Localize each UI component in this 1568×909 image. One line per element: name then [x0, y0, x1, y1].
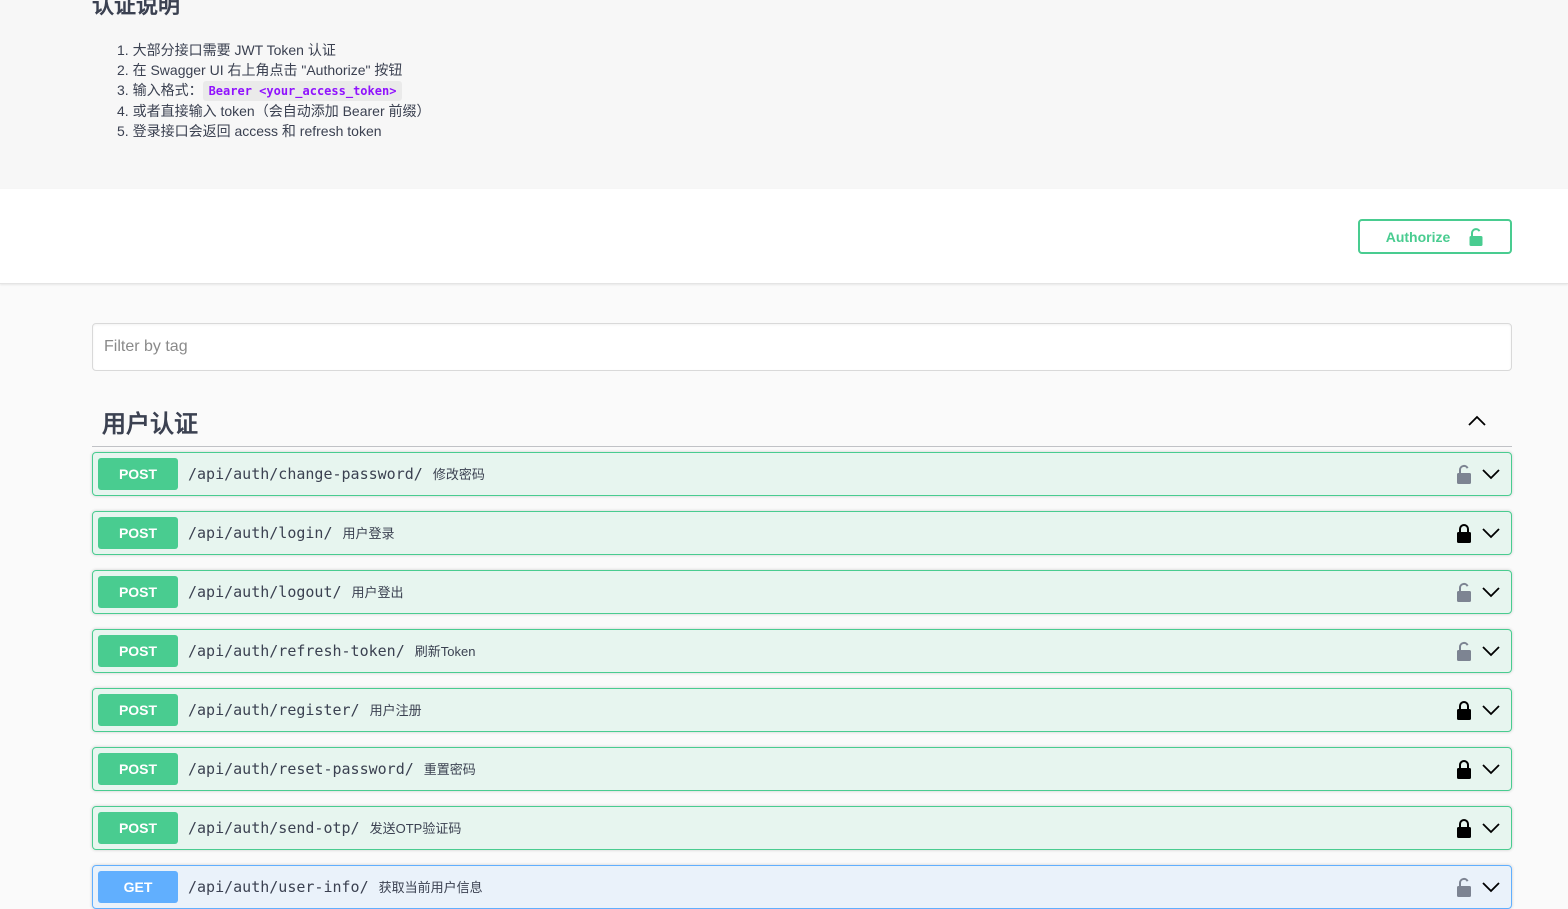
- tag-section-header[interactable]: 用户认证: [92, 396, 1512, 447]
- operation-path: /api/auth/refresh-token/: [188, 642, 405, 660]
- info-title: 认证说明: [92, 0, 181, 18]
- authorize-label: Authorize: [1385, 228, 1451, 245]
- operation-path-container: /api/auth/change-password/修改密码: [188, 464, 485, 483]
- operation-user-info[interactable]: GET/api/auth/user-info/获取当前用户信息: [92, 865, 1512, 909]
- lock-icon[interactable]: [1455, 818, 1473, 838]
- operation-summary: 获取当前用户信息: [378, 880, 483, 895]
- operation-summary: 发送OTP验证码: [369, 821, 462, 836]
- chevron-down-icon[interactable]: [1481, 701, 1501, 719]
- operation-refresh-token[interactable]: POST/api/auth/refresh-token/刷新Token: [92, 629, 1512, 673]
- auth-instructions-list: 1. 大部分接口需要 JWT Token 认证 2. 在 Swagger UI …: [117, 40, 431, 141]
- lock-icon[interactable]: [1455, 759, 1473, 779]
- chevron-up-icon[interactable]: [1466, 410, 1488, 432]
- token-format-code: Bearer <your_access_token>: [202, 81, 403, 101]
- api-info-section: 认证说明 1. 大部分接口需要 JWT Token 认证 2. 在 Swagge…: [0, 0, 1568, 189]
- operation-path-container: /api/auth/user-info/获取当前用户信息: [188, 877, 483, 896]
- http-method-badge: POST: [98, 635, 178, 667]
- tag-title: 用户认证: [102, 411, 198, 438]
- unlock-icon[interactable]: [1455, 877, 1473, 897]
- unlock-icon[interactable]: [1455, 641, 1473, 661]
- http-method-badge: POST: [98, 576, 178, 608]
- operation-path: /api/auth/user-info/: [188, 878, 369, 896]
- operation-summary: 刷新Token: [414, 644, 476, 659]
- operation-path-container: /api/auth/logout/用户登出: [188, 582, 404, 601]
- operation-path: /api/auth/login/: [188, 524, 333, 542]
- operation-path: /api/auth/register/: [188, 701, 360, 719]
- instruction-item: 1. 大部分接口需要 JWT Token 认证: [117, 42, 336, 58]
- instruction-item: 2. 在 Swagger UI 右上角点击 "Authorize" 按钮: [117, 62, 403, 78]
- chevron-down-icon[interactable]: [1481, 465, 1501, 483]
- http-method-badge: POST: [98, 517, 178, 549]
- operation-path: /api/auth/send-otp/: [188, 819, 360, 837]
- http-method-badge: POST: [98, 812, 178, 844]
- scheme-container: [0, 189, 1568, 284]
- operation-change-password[interactable]: POST/api/auth/change-password/修改密码: [92, 452, 1512, 496]
- unlock-icon[interactable]: [1455, 582, 1473, 602]
- operation-path-container: /api/auth/refresh-token/刷新Token: [188, 641, 475, 660]
- chevron-down-icon[interactable]: [1481, 878, 1501, 896]
- http-method-badge: GET: [98, 871, 178, 903]
- operation-path: /api/auth/logout/: [188, 583, 342, 601]
- operation-summary: 修改密码: [432, 467, 485, 482]
- instruction-item: 3. 输入格式： Bearer <your_access_token>: [117, 80, 431, 101]
- operation-path-container: /api/auth/login/用户登录: [188, 523, 395, 542]
- http-method-badge: POST: [98, 753, 178, 785]
- operation-path-container: /api/auth/register/用户注册: [188, 700, 422, 719]
- operation-register[interactable]: POST/api/auth/register/用户注册: [92, 688, 1512, 732]
- instruction-item: 4. 或者直接输入 token（会自动添加 Bearer 前缀）: [117, 103, 431, 119]
- operation-send-otp[interactable]: POST/api/auth/send-otp/发送OTP验证码: [92, 806, 1512, 850]
- unlock-icon: [1469, 227, 1483, 246]
- operation-reset-password[interactable]: POST/api/auth/reset-password/重置密码: [92, 747, 1512, 791]
- chevron-down-icon[interactable]: [1481, 524, 1501, 542]
- operation-path-container: /api/auth/reset-password/重置密码: [188, 759, 476, 778]
- chevron-down-icon[interactable]: [1481, 819, 1501, 837]
- chevron-down-icon[interactable]: [1481, 760, 1501, 778]
- chevron-down-icon[interactable]: [1481, 583, 1501, 601]
- http-method-badge: POST: [98, 694, 178, 726]
- filter-by-tag-input[interactable]: [92, 323, 1512, 371]
- instruction-item: 5. 登录接口会返回 access 和 refresh token: [117, 123, 382, 139]
- operation-summary: 重置密码: [423, 762, 476, 777]
- operation-path: /api/auth/change-password/: [188, 465, 423, 483]
- operation-summary: 用户登出: [351, 585, 404, 600]
- lock-icon[interactable]: [1455, 523, 1473, 543]
- unlock-icon[interactable]: [1455, 464, 1473, 484]
- instruction-text: 3. 输入格式：: [117, 82, 203, 98]
- operation-summary: 用户登录: [342, 526, 395, 541]
- authorize-button[interactable]: Authorize: [1358, 219, 1512, 254]
- operation-path: /api/auth/reset-password/: [188, 760, 414, 778]
- operation-logout[interactable]: POST/api/auth/logout/用户登出: [92, 570, 1512, 614]
- operation-path-container: /api/auth/send-otp/发送OTP验证码: [188, 818, 461, 837]
- lock-icon[interactable]: [1455, 700, 1473, 720]
- operation-login[interactable]: POST/api/auth/login/用户登录: [92, 511, 1512, 555]
- chevron-down-icon[interactable]: [1481, 642, 1501, 660]
- http-method-badge: POST: [98, 458, 178, 490]
- operation-summary: 用户注册: [369, 703, 422, 718]
